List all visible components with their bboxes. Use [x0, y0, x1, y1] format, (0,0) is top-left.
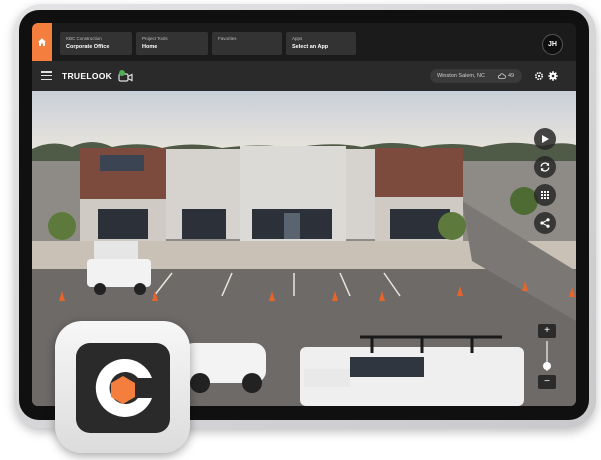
favorites-selector[interactable]: Favorites — [212, 32, 282, 55]
location-text: Winston Salem, NC — [437, 72, 485, 79]
company-label: KBC Construction — [66, 36, 102, 41]
procore-logo-icon — [76, 343, 170, 433]
company-value: Corporate Office — [66, 44, 110, 50]
home-button[interactable] — [32, 23, 52, 61]
play-icon — [542, 135, 549, 143]
procore-header: KBC Construction Corporate Office Projec… — [32, 23, 576, 61]
project-tools-label: Project Tools — [142, 36, 168, 41]
sync-button[interactable] — [534, 156, 556, 178]
brand-name: TRUELOOK — [62, 71, 113, 81]
share-icon — [540, 218, 550, 228]
cloud-icon — [498, 73, 506, 79]
project-tools-value: Home — [142, 44, 158, 50]
menu-icon[interactable] — [41, 71, 52, 81]
camera-settings-icon[interactable] — [534, 71, 544, 81]
weather-pill: Winston Salem, NC 49 — [430, 69, 522, 83]
sync-icon — [540, 162, 550, 172]
apps-selector[interactable]: Apps Select an App — [286, 32, 356, 55]
favorites-label: Favorites — [218, 36, 237, 41]
play-button[interactable] — [534, 128, 556, 150]
zoom-out-icon[interactable]: − — [538, 375, 556, 389]
camera-icon[interactable] — [118, 68, 134, 84]
grid-icon — [541, 191, 549, 199]
user-avatar[interactable]: JH — [542, 34, 563, 55]
settings-icon[interactable] — [548, 71, 558, 81]
zoom-in-icon[interactable]: + — [538, 324, 556, 338]
grid-button[interactable] — [534, 184, 556, 206]
company-selector[interactable]: KBC Construction Corporate Office — [60, 32, 132, 55]
share-button[interactable] — [534, 212, 556, 234]
procore-app-icon — [55, 321, 190, 453]
temperature-text: 49 — [508, 72, 515, 79]
apps-value: Select an App — [292, 44, 329, 50]
apps-label: Apps — [292, 36, 303, 41]
project-tools-selector[interactable]: Project Tools Home — [136, 32, 208, 55]
truelook-toolbar: TRUELOOK Winston Salem, NC 49 — [32, 61, 576, 91]
zoom-control: + − — [538, 324, 556, 390]
zoom-slider-handle[interactable] — [543, 362, 551, 370]
home-icon — [38, 38, 46, 46]
